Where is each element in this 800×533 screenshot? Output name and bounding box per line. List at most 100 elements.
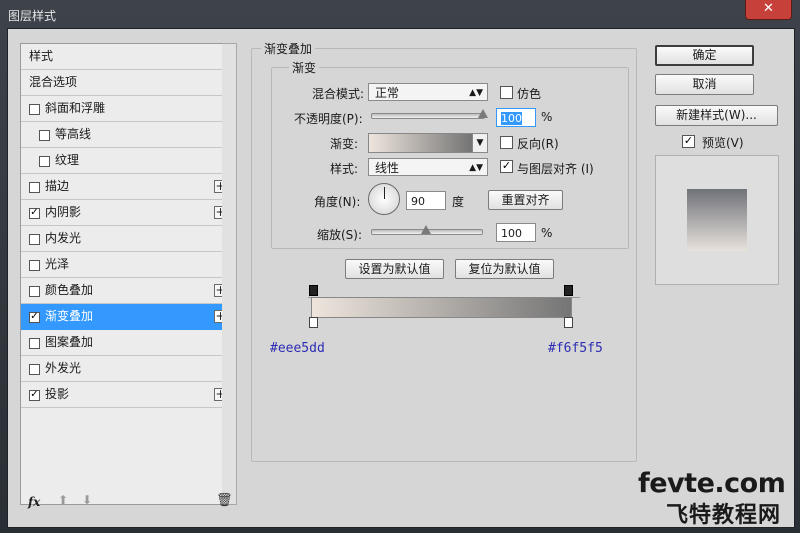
style-checkbox[interactable] xyxy=(29,234,40,245)
styles-list-item[interactable]: 描边 + xyxy=(21,174,233,200)
dither-checkbox[interactable] xyxy=(500,86,513,99)
style-checkbox[interactable] xyxy=(39,156,50,167)
styles-list-item[interactable]: 纹理 xyxy=(21,148,233,174)
reset-alignment-button[interactable]: 重置对齐 xyxy=(488,190,563,210)
styles-list-item[interactable]: 斜面和浮雕 xyxy=(21,96,233,122)
reverse-checkbox[interactable] xyxy=(500,136,513,149)
opacity-stop-right[interactable] xyxy=(564,285,573,296)
angle-value: 90 xyxy=(411,195,425,208)
style-item-label: 渐变叠加 xyxy=(45,309,94,323)
style-checkbox[interactable] xyxy=(29,364,40,375)
style-checkbox[interactable] xyxy=(29,338,40,349)
scale-label: 缩放(S): xyxy=(317,228,363,242)
color-stop-left[interactable] xyxy=(309,317,318,328)
blend-mode-label: 混合模式: xyxy=(312,87,365,101)
chevron-down-icon: ▼ xyxy=(476,138,484,148)
blend-mode-select[interactable]: 正常 ▲▼ xyxy=(368,83,488,101)
align-with-layer-label: 与图层对齐 (I) xyxy=(517,162,594,176)
styles-list-item[interactable]: 图案叠加 xyxy=(21,330,233,356)
blend-mode-value: 正常 xyxy=(375,86,400,100)
style-checkbox[interactable]: ✓ xyxy=(29,312,40,323)
styles-list-item[interactable]: ✓ 渐变叠加 + xyxy=(21,304,233,330)
layer-style-dialog: 图层样式 ✕ 样式 混合选项 斜面和浮雕 等高线 纹理 描边 + ✓ 内阴影 + 内发光 光泽 颜色叠加… xyxy=(0,0,800,533)
check-icon: ✓ xyxy=(683,134,694,147)
angle-input[interactable]: 90 xyxy=(406,191,446,210)
style-checkbox[interactable]: ✓ xyxy=(29,208,40,219)
degree-label: 度 xyxy=(452,195,465,209)
set-default-button[interactable]: 设置为默认值 xyxy=(345,259,444,279)
style-value: 线性 xyxy=(375,161,400,175)
color-stop-right[interactable] xyxy=(564,317,573,328)
style-item-label: 纹理 xyxy=(55,153,80,167)
opacity-input[interactable]: 100 xyxy=(496,108,536,127)
gradient-editor-bar[interactable] xyxy=(311,297,572,318)
style-item-label: 混合选项 xyxy=(29,75,78,89)
check-icon: ✓ xyxy=(30,207,39,218)
styles-list-item[interactable]: 混合选项 xyxy=(21,70,233,96)
styles-list-item[interactable]: 内发光 xyxy=(21,226,233,252)
style-label: 样式: xyxy=(330,162,359,176)
fx-icon[interactable]: fx xyxy=(28,495,40,509)
style-item-label: 样式 xyxy=(29,49,54,63)
style-checkbox[interactable] xyxy=(29,104,40,115)
style-checkbox[interactable] xyxy=(29,182,40,193)
styles-list-scrollbar[interactable] xyxy=(222,43,237,505)
opacity-stop-left[interactable] xyxy=(309,285,318,296)
cancel-button[interactable]: 取消 xyxy=(655,74,754,95)
updown-arrow-icon: ▲▼ xyxy=(469,163,483,173)
check-icon: ✓ xyxy=(30,311,39,322)
opacity-slider-thumb[interactable] xyxy=(478,109,488,118)
style-checkbox[interactable] xyxy=(39,130,50,141)
opacity-percent: % xyxy=(541,110,553,124)
check-icon: ✓ xyxy=(501,159,512,172)
style-item-label: 等高线 xyxy=(55,127,92,141)
style-item-label: 描边 xyxy=(45,179,70,193)
align-with-layer-checkbox[interactable]: ✓ xyxy=(500,160,513,173)
close-button[interactable]: ✕ xyxy=(745,0,792,20)
styles-list-item[interactable]: 颜色叠加 + xyxy=(21,278,233,304)
new-style-button[interactable]: 新建样式(W)... xyxy=(655,105,778,126)
gradient-dropdown-arrow[interactable]: ▼ xyxy=(472,133,488,153)
gradient-swatch[interactable] xyxy=(368,133,474,153)
styles-list-item[interactable]: 样式 xyxy=(21,44,233,70)
window-title: 图层样式 xyxy=(8,9,57,23)
end-color-hex: #f6f5f5 xyxy=(548,341,603,356)
style-item-label: 外发光 xyxy=(45,361,82,375)
style-select[interactable]: 线性 ▲▼ xyxy=(368,158,488,176)
style-checkbox[interactable] xyxy=(29,286,40,297)
style-item-label: 图案叠加 xyxy=(45,335,94,349)
preview-checkbox[interactable]: ✓ xyxy=(682,135,695,148)
angle-dial[interactable] xyxy=(368,183,400,215)
style-item-label: 颜色叠加 xyxy=(45,283,94,297)
styles-list: 样式 混合选项 斜面和浮雕 等高线 纹理 描边 + ✓ 内阴影 + 内发光 光泽 颜色叠加 + ✓ 渐变叠加 +… xyxy=(21,44,233,408)
scale-value: 100 xyxy=(501,227,522,240)
styles-list-item[interactable]: 光泽 xyxy=(21,252,233,278)
title-bar[interactable]: 图层样式 ✕ xyxy=(0,0,800,28)
angle-dial-needle xyxy=(384,187,385,199)
preview-label: 预览(V) xyxy=(702,136,744,150)
styles-list-item[interactable]: ✓ 投影 + xyxy=(21,382,233,408)
updown-arrow-icon: ▲▼ xyxy=(469,88,483,98)
styles-bottom-toolbar: fx ⬆ ⬇ 🗑 xyxy=(20,491,233,515)
styles-list-item[interactable]: 等高线 xyxy=(21,122,233,148)
gradient-label: 渐变: xyxy=(330,137,359,151)
scale-input[interactable]: 100 xyxy=(496,223,536,242)
watermark-site-name: 飞特教程网 xyxy=(666,503,782,528)
scale-percent: % xyxy=(541,226,553,240)
preview-swatch xyxy=(687,189,747,251)
style-item-label: 投影 xyxy=(45,387,70,401)
reset-default-button[interactable]: 复位为默认值 xyxy=(455,259,554,279)
styles-list-item[interactable]: ✓ 内阴影 + xyxy=(21,200,233,226)
styles-list-item[interactable]: 外发光 xyxy=(21,356,233,382)
angle-label: 角度(N): xyxy=(314,195,361,209)
move-up-icon[interactable]: ⬆ xyxy=(58,493,68,507)
ok-button[interactable]: 确定 xyxy=(655,45,754,66)
trash-icon[interactable]: 🗑 xyxy=(216,493,233,508)
scale-slider-thumb[interactable] xyxy=(421,225,431,234)
gradient-overlay-title: 渐变叠加 xyxy=(261,40,316,57)
style-checkbox[interactable]: ✓ xyxy=(29,390,40,401)
move-down-icon[interactable]: ⬇ xyxy=(82,493,92,507)
opacity-slider[interactable] xyxy=(371,113,485,119)
dither-label: 仿色 xyxy=(517,87,542,101)
style-checkbox[interactable] xyxy=(29,260,40,271)
